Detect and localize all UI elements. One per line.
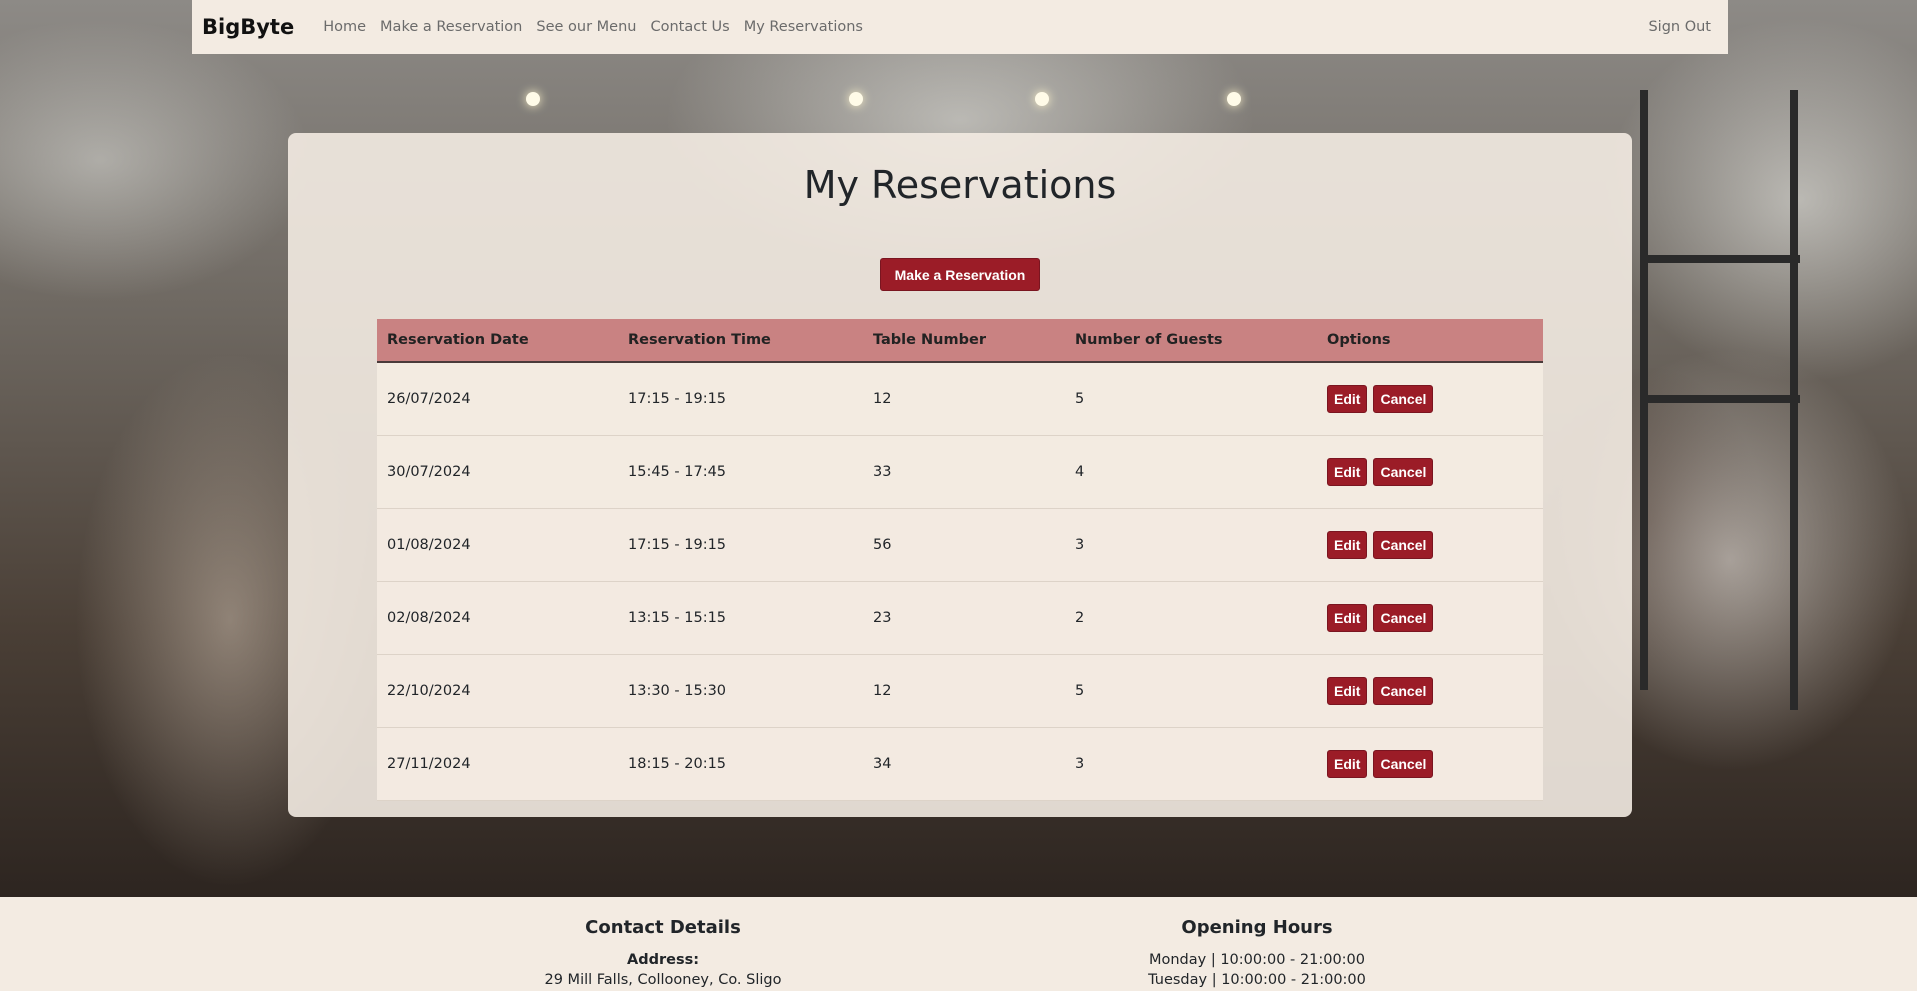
table-row: 01/08/2024 17:15 - 19:15 56 3 Edit Cance… bbox=[377, 509, 1543, 582]
cell-date: 01/08/2024 bbox=[387, 537, 471, 553]
ceiling-light bbox=[1035, 92, 1049, 106]
cancel-button[interactable]: Cancel bbox=[1373, 750, 1434, 778]
cancel-button[interactable]: Cancel bbox=[1373, 677, 1434, 705]
nav-link-home[interactable]: Home bbox=[316, 19, 373, 35]
hours-line: Monday | 10:00:00 - 21:00:00 bbox=[1148, 952, 1366, 968]
cell-time: 13:30 - 15:30 bbox=[628, 683, 727, 699]
cell-time: 13:15 - 15:15 bbox=[628, 610, 727, 626]
reservations-card: My Reservations Make a Reservation Reser… bbox=[288, 133, 1632, 817]
cell-options: Edit Cancel bbox=[1317, 385, 1543, 413]
edit-button[interactable]: Edit bbox=[1327, 385, 1368, 413]
cell-table: 12 bbox=[873, 683, 892, 699]
cell-table: 12 bbox=[873, 391, 892, 407]
cell-table: 33 bbox=[873, 464, 892, 480]
sign-out-link[interactable]: Sign Out bbox=[1648, 19, 1718, 35]
column-header-guests: Number of Guests bbox=[1075, 332, 1223, 348]
shelf-board bbox=[1640, 395, 1800, 403]
cell-options: Edit Cancel bbox=[1317, 750, 1543, 778]
cell-table: 56 bbox=[873, 537, 892, 553]
column-header-time: Reservation Time bbox=[628, 332, 771, 348]
cell-date: 27/11/2024 bbox=[387, 756, 471, 772]
opening-hours: Opening Hours Monday | 10:00:00 - 21:00:… bbox=[1007, 917, 1507, 990]
cell-options: Edit Cancel bbox=[1317, 604, 1543, 632]
edit-button[interactable]: Edit bbox=[1327, 458, 1368, 486]
cancel-button[interactable]: Cancel bbox=[1373, 458, 1434, 486]
table-row: 22/10/2024 13:30 - 15:30 12 5 Edit Cance… bbox=[377, 655, 1543, 728]
shelf-board bbox=[1640, 255, 1800, 263]
cell-time: 17:15 - 19:15 bbox=[628, 537, 727, 553]
nav-link-menu[interactable]: See our Menu bbox=[529, 19, 643, 35]
cell-date: 30/07/2024 bbox=[387, 464, 471, 480]
column-header-options: Options bbox=[1327, 332, 1391, 348]
column-header-table: Table Number bbox=[873, 332, 986, 348]
cell-date: 02/08/2024 bbox=[387, 610, 471, 626]
hours-line: Tuesday | 10:00:00 - 21:00:00 bbox=[1148, 972, 1366, 988]
cell-options: Edit Cancel bbox=[1317, 458, 1543, 486]
nav-links: Home Make a Reservation See our Menu Con… bbox=[316, 19, 870, 35]
cell-date: 26/07/2024 bbox=[387, 391, 471, 407]
address-label: Address: bbox=[626, 952, 700, 968]
cancel-button[interactable]: Cancel bbox=[1373, 385, 1434, 413]
cell-options: Edit Cancel bbox=[1317, 531, 1543, 559]
ceiling-light bbox=[1227, 92, 1241, 106]
make-reservation-button[interactable]: Make a Reservation bbox=[880, 258, 1040, 291]
cell-guests: 4 bbox=[1075, 464, 1085, 480]
cell-time: 18:15 - 20:15 bbox=[628, 756, 727, 772]
edit-button[interactable]: Edit bbox=[1327, 750, 1368, 778]
cell-options: Edit Cancel bbox=[1317, 677, 1543, 705]
edit-button[interactable]: Edit bbox=[1327, 604, 1368, 632]
hours-heading: Opening Hours bbox=[1181, 917, 1333, 938]
cancel-button[interactable]: Cancel bbox=[1373, 531, 1434, 559]
table-row: 27/11/2024 18:15 - 20:15 34 3 Edit Cance… bbox=[377, 728, 1543, 801]
top-navbar: BigByte Home Make a Reservation See our … bbox=[192, 0, 1728, 54]
cell-guests: 3 bbox=[1075, 756, 1085, 772]
shelf-post bbox=[1640, 90, 1648, 690]
cell-table: 34 bbox=[873, 756, 892, 772]
nav-link-make-reservation[interactable]: Make a Reservation bbox=[373, 19, 529, 35]
table-row: 26/07/2024 17:15 - 19:15 12 5 Edit Cance… bbox=[377, 363, 1543, 436]
reservations-table: Reservation Date Reservation Time Table … bbox=[377, 319, 1543, 801]
ceiling-light bbox=[526, 92, 540, 106]
table-row: 02/08/2024 13:15 - 15:15 23 2 Edit Cance… bbox=[377, 582, 1543, 655]
column-header-date: Reservation Date bbox=[387, 332, 529, 348]
cell-time: 17:15 - 19:15 bbox=[628, 391, 727, 407]
table-row: 30/07/2024 15:45 - 17:45 33 4 Edit Cance… bbox=[377, 436, 1543, 509]
cell-date: 22/10/2024 bbox=[387, 683, 471, 699]
edit-button[interactable]: Edit bbox=[1327, 531, 1368, 559]
cell-table: 23 bbox=[873, 610, 892, 626]
edit-button[interactable]: Edit bbox=[1327, 677, 1368, 705]
cell-guests: 5 bbox=[1075, 391, 1085, 407]
page-title: My Reservations bbox=[803, 163, 1117, 207]
nav-link-my-reservations[interactable]: My Reservations bbox=[737, 19, 870, 35]
nav-link-contact[interactable]: Contact Us bbox=[643, 19, 736, 35]
table-header: Reservation Date Reservation Time Table … bbox=[377, 319, 1543, 363]
site-footer: Contact Details Address: 29 Mill Falls, … bbox=[0, 897, 1917, 991]
brand-logo[interactable]: BigByte bbox=[202, 15, 294, 39]
contact-details: Contact Details Address: 29 Mill Falls, … bbox=[413, 917, 913, 990]
cancel-button[interactable]: Cancel bbox=[1373, 604, 1434, 632]
cell-guests: 2 bbox=[1075, 610, 1085, 626]
ceiling-light bbox=[849, 92, 863, 106]
cell-guests: 3 bbox=[1075, 537, 1085, 553]
contact-heading: Contact Details bbox=[585, 917, 741, 938]
cell-time: 15:45 - 17:45 bbox=[628, 464, 727, 480]
address-text: 29 Mill Falls, Collooney, Co. Sligo bbox=[544, 972, 782, 988]
cell-guests: 5 bbox=[1075, 683, 1085, 699]
